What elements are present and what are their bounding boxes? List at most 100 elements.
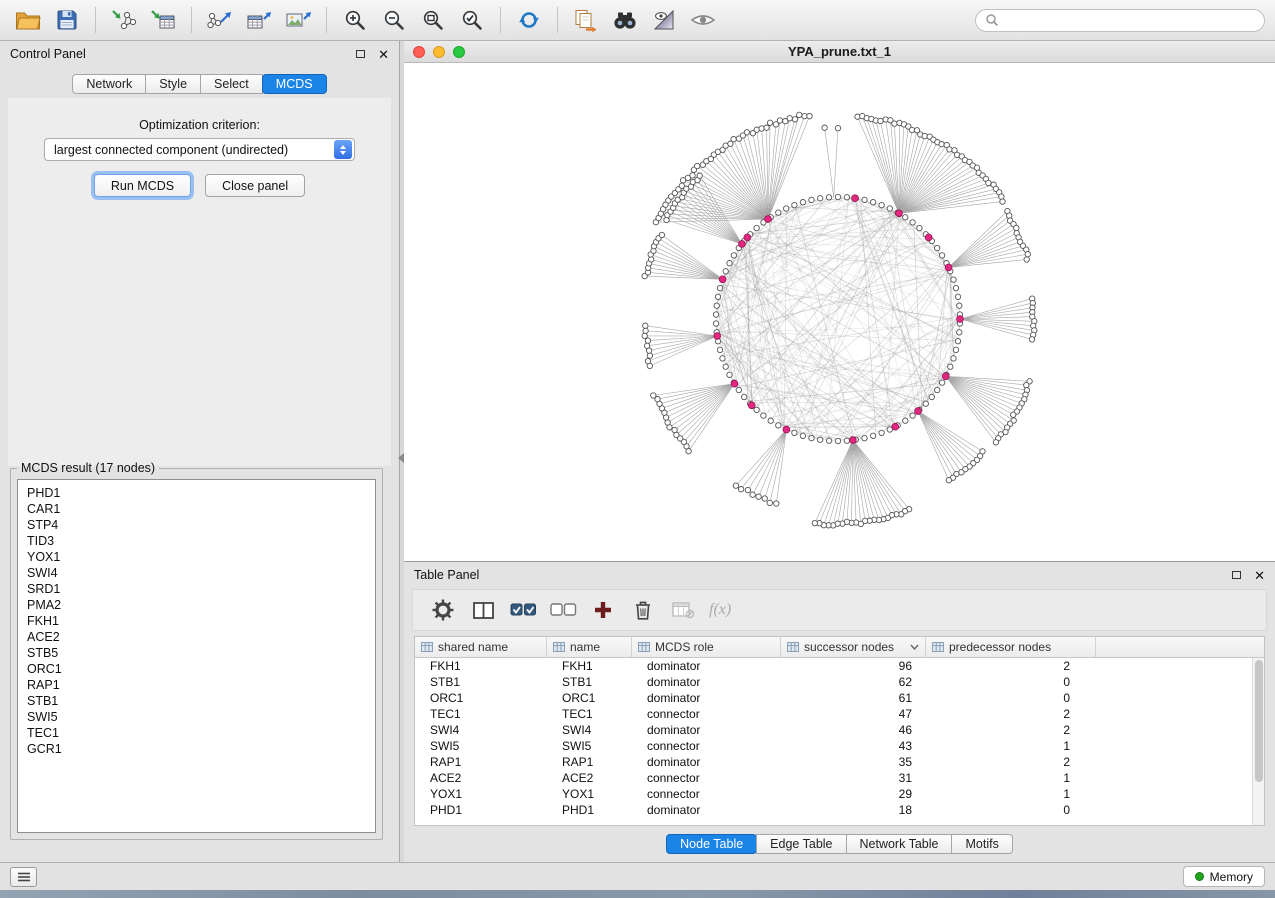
mcds-node-item[interactable]: SRD1: [27, 581, 366, 597]
application-window: Control Panel ✕ NetworkStyleSelectMCDS O…: [0, 0, 1275, 898]
export-table-button[interactable]: [241, 4, 277, 36]
zoom-in-button[interactable]: [337, 4, 373, 36]
table-row[interactable]: ORC1ORC1dominator610: [415, 690, 1252, 706]
tab-mcds[interactable]: MCDS: [262, 74, 327, 94]
export-image-button[interactable]: [280, 4, 316, 36]
column-header-MCDS-role[interactable]: MCDS role: [632, 637, 781, 657]
tab-select[interactable]: Select: [200, 74, 263, 94]
search-box[interactable]: [975, 9, 1265, 32]
table-row[interactable]: SWI4SWI4dominator462: [415, 722, 1252, 738]
node-table: shared namenameMCDS rolesuccessor nodes p…: [414, 636, 1265, 826]
zoom-selected-button[interactable]: [454, 4, 490, 36]
tab-edge-table[interactable]: Edge Table: [756, 834, 846, 854]
mcds-node-item[interactable]: YOX1: [27, 549, 366, 565]
table-cell: SWI5: [547, 738, 632, 754]
scrollbar-thumb[interactable]: [1255, 660, 1263, 782]
mcds-node-item[interactable]: PHD1: [27, 485, 366, 501]
table-row[interactable]: RAP1RAP1dominator352: [415, 754, 1252, 770]
mcds-node-item[interactable]: PMA2: [27, 597, 366, 613]
open-session-button[interactable]: [10, 4, 46, 36]
tab-style[interactable]: Style: [145, 74, 201, 94]
mcds-node-item[interactable]: ACE2: [27, 629, 366, 645]
mcds-result-list[interactable]: PHD1CAR1STP4TID3YOX1SWI4SRD1PMA2FKH1ACE2…: [17, 479, 376, 833]
find-button[interactable]: [607, 4, 643, 36]
mcds-node-item[interactable]: STP4: [27, 517, 366, 533]
table-row[interactable]: SWI5SWI5connector431: [415, 738, 1252, 754]
export-network-button[interactable]: [202, 4, 238, 36]
refresh-layout-button[interactable]: [511, 4, 547, 36]
table-cell: 1: [926, 786, 1084, 802]
table-scrollbar[interactable]: [1252, 658, 1264, 825]
table-row[interactable]: TEC1TEC1connector472: [415, 706, 1252, 722]
table-panel-tabs: Node TableEdge TableNetwork TableMotifs: [404, 834, 1275, 854]
graphics-details-button[interactable]: [646, 4, 682, 36]
column-header-shared-name[interactable]: shared name: [415, 637, 547, 657]
mcds-node-item[interactable]: ORC1: [27, 661, 366, 677]
maximize-window-icon[interactable]: [453, 46, 465, 58]
memory-button[interactable]: Memory: [1183, 866, 1265, 887]
mcds-node-item[interactable]: STB5: [27, 645, 366, 661]
tab-network-table[interactable]: Network Table: [846, 834, 953, 854]
save-session-button[interactable]: [49, 4, 85, 36]
close-panel-icon[interactable]: ✕: [378, 48, 389, 61]
table-cell: YOX1: [547, 786, 632, 802]
table-row[interactable]: STB1STB1dominator620: [415, 674, 1252, 690]
tab-motifs[interactable]: Motifs: [951, 834, 1012, 854]
tab-node-table[interactable]: Node Table: [666, 834, 757, 854]
close-window-icon[interactable]: [413, 46, 425, 58]
network-canvas[interactable]: [404, 63, 1275, 562]
close-panel-icon[interactable]: ✕: [1254, 569, 1265, 582]
table-row[interactable]: ACE2ACE2connector311: [415, 770, 1252, 786]
mcds-node-item[interactable]: CAR1: [27, 501, 366, 517]
zoom-fit-button[interactable]: [415, 4, 451, 36]
table-cell-empty: [1084, 706, 1252, 722]
mcds-node-item[interactable]: RAP1: [27, 677, 366, 693]
zoom-fit-icon: [421, 8, 445, 32]
mcds-node-item[interactable]: FKH1: [27, 613, 366, 629]
control-panel: Control Panel ✕ NetworkStyleSelectMCDS O…: [0, 41, 400, 862]
column-label: predecessor nodes: [949, 640, 1051, 654]
float-panel-icon[interactable]: [356, 50, 365, 58]
table-cell: 31: [781, 770, 926, 786]
mcds-node-item[interactable]: TEC1: [27, 725, 366, 741]
table-cell-empty: [1084, 658, 1252, 674]
run-mcds-button[interactable]: Run MCDS: [94, 174, 191, 197]
column-header-successor-nodes[interactable]: successor nodes: [781, 637, 926, 657]
float-panel-icon[interactable]: [1232, 571, 1241, 579]
zoom-out-button[interactable]: [376, 4, 412, 36]
mcds-node-item[interactable]: TID3: [27, 533, 366, 549]
mcds-node-item[interactable]: SWI4: [27, 565, 366, 581]
deselect-all-rows-button[interactable]: [545, 594, 581, 626]
table-cell: 43: [781, 738, 926, 754]
minimize-window-icon[interactable]: [433, 46, 445, 58]
table-settings-button[interactable]: [425, 594, 461, 626]
birds-eye-view-button[interactable]: [685, 4, 721, 36]
table-cell: TEC1: [415, 706, 547, 722]
create-column-button[interactable]: [585, 594, 621, 626]
select-all-rows-button[interactable]: [505, 594, 541, 626]
import-table-button[interactable]: [145, 4, 181, 36]
column-header-name[interactable]: name: [547, 637, 632, 657]
table-cell: 2: [926, 722, 1084, 738]
mcds-node-item[interactable]: STB1: [27, 693, 366, 709]
mcds-node-item[interactable]: GCR1: [27, 741, 366, 757]
delete-column-button[interactable]: [625, 594, 661, 626]
table-row[interactable]: YOX1YOX1connector291: [415, 786, 1252, 802]
show-panels-button[interactable]: [10, 867, 37, 887]
optimization-criterion-dropdown[interactable]: largest connected component (undirected): [44, 138, 355, 161]
column-header-predecessor-nodes[interactable]: predecessor nodes: [926, 637, 1096, 657]
desktop-background-strip: [0, 890, 1275, 898]
chevron-down-icon[interactable]: [910, 644, 919, 650]
table-row[interactable]: PHD1PHD1dominator180: [415, 802, 1252, 818]
table-row[interactable]: FKH1FKH1dominator962: [415, 658, 1252, 674]
tab-network[interactable]: Network: [72, 74, 146, 94]
control-panel-header: Control Panel ✕: [0, 41, 399, 67]
mcds-node-item[interactable]: SWI5: [27, 709, 366, 725]
mcds-result-group: MCDS result (17 nodes) PHD1CAR1STP4TID3Y…: [10, 461, 383, 840]
table-cell: connector: [632, 706, 781, 722]
search-input[interactable]: [1005, 13, 1255, 27]
show-columns-button[interactable]: [465, 594, 501, 626]
close-panel-button[interactable]: Close panel: [205, 174, 305, 197]
clone-network-button[interactable]: [568, 4, 604, 36]
import-network-button[interactable]: [106, 4, 142, 36]
